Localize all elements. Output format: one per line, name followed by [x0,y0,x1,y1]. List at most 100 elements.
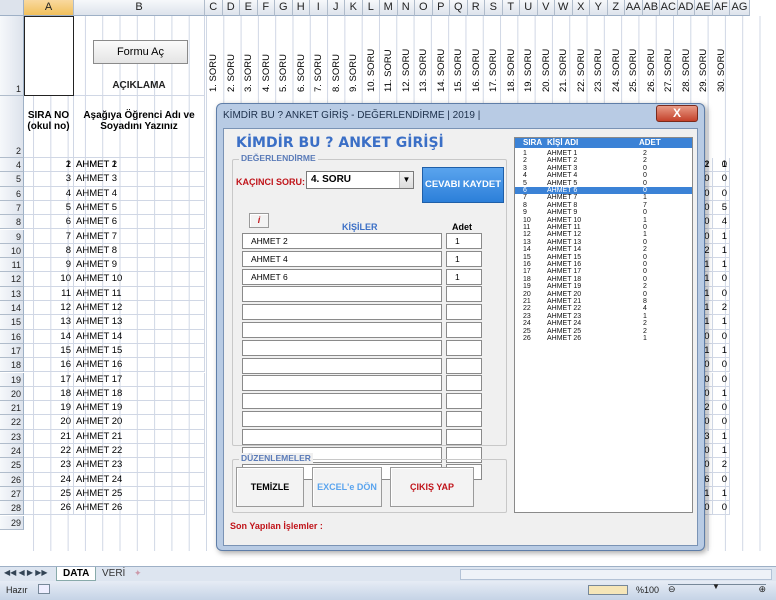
student-no[interactable]: 2 [24,158,74,173]
student-no[interactable]: 18 [24,386,74,402]
cell-a1[interactable] [24,16,74,96]
column-header-h[interactable]: H [292,0,310,16]
score-cell-af[interactable]: 5 [712,200,730,216]
listbox-row[interactable]: 6 AHMET 6 0 [515,187,692,195]
student-no[interactable]: 19 [24,401,74,416]
listbox-row[interactable]: 17 AHMET 17 0 [515,268,692,275]
score-cell-af[interactable]: 0 [712,472,730,487]
score-cell-af[interactable]: 0 [712,501,730,516]
score-cell-af[interactable]: 0 [712,272,730,287]
row-header-27[interactable]: 27 [0,486,24,502]
entry-count-field[interactable] [446,322,482,338]
student-name[interactable]: AHMET 19 [74,401,205,416]
zoom-slider[interactable]: ⊖ ▼ ⊕ [668,582,766,595]
student-name[interactable]: AHMET 20 [74,415,205,430]
close-button[interactable]: X [656,105,698,122]
score-cell-af[interactable]: 1 [712,315,730,330]
listbox-row[interactable]: 26 AHMET 26 1 [515,335,692,342]
score-cell-af[interactable]: 2 [712,301,730,316]
column-header-t[interactable]: T [502,0,520,16]
student-no[interactable]: 11 [24,286,74,301]
student-no[interactable]: 8 [24,243,74,259]
entry-name-field[interactable] [242,375,442,392]
listbox-row[interactable]: 10 AHMET 10 1 [515,217,692,224]
column-header-b[interactable]: B [74,0,205,16]
student-no[interactable]: 14 [24,329,74,344]
listbox-row[interactable]: 23 AHMET 23 1 [515,313,692,320]
row-header-7[interactable]: 7 [0,200,24,216]
row-header-17[interactable]: 17 [0,343,24,359]
entry-count-field[interactable] [446,339,482,356]
student-name[interactable]: AHMET 12 [74,301,205,316]
student-no[interactable]: 9 [24,258,74,273]
exit-button[interactable]: ÇIKIŞ YAP [390,467,474,507]
entry-count-field[interactable]: 1 [446,268,482,285]
entry-name-field[interactable] [242,286,442,303]
column-header-v[interactable]: V [537,0,555,16]
column-header-k[interactable]: K [345,0,363,16]
column-header-ae[interactable]: AE [695,0,713,16]
column-header-ab[interactable]: AB [642,0,660,16]
student-name[interactable]: AHMET 9 [74,258,205,273]
row-header-26[interactable]: 26 [0,472,24,487]
listbox-row[interactable]: 5 AHMET 5 0 [515,180,692,187]
entry-count-field[interactable] [446,286,482,303]
row-header-25[interactable]: 25 [0,458,24,473]
student-name[interactable]: AHMET 17 [74,372,205,387]
view-buttons-icon[interactable] [588,585,628,595]
score-cell-af[interactable]: 0 [712,286,730,301]
save-answer-button[interactable]: CEVABI KAYDET [422,167,504,203]
question-select[interactable]: 4. SORU ▼ [306,171,414,189]
open-form-button[interactable]: Formu Aç [93,40,188,64]
listbox-row[interactable]: 20 AHMET 20 0 [515,291,692,298]
column-header-f[interactable]: F [257,0,275,16]
entry-count-field[interactable]: 1 [446,233,482,249]
column-header-s[interactable]: S [485,0,503,16]
student-no[interactable]: 26 [24,501,74,516]
student-no[interactable]: 7 [24,229,74,244]
column-header-w[interactable]: W [555,0,573,16]
row-header-1[interactable]: 1 [0,16,24,96]
student-no[interactable]: 17 [24,372,74,387]
entry-count-field[interactable] [446,304,482,321]
listbox-row[interactable]: 25 AHMET 25 2 [515,328,692,335]
student-name[interactable]: AHMET 11 [74,286,205,301]
score-cell-af[interactable]: 0 [712,401,730,416]
score-cell-af[interactable]: 1 [712,429,730,444]
student-no[interactable]: 16 [24,358,74,373]
listbox-row[interactable]: 2 AHMET 2 2 [515,157,692,164]
student-no[interactable]: 10 [24,272,74,287]
row-header-2[interactable]: 2 [0,96,24,158]
row-header-20[interactable]: 20 [0,386,24,402]
column-header-l[interactable]: L [362,0,380,16]
student-no[interactable]: 13 [24,315,74,330]
column-header-a[interactable]: A [24,0,74,16]
student-name[interactable]: AHMET 15 [74,343,205,359]
score-cell-af[interactable]: 1 [712,444,730,459]
listbox-row[interactable]: 24 AHMET 24 2 [515,320,692,327]
score-cell-af[interactable]: 0 [712,172,730,187]
entry-name-field[interactable] [242,357,442,374]
row-header-5[interactable]: 5 [0,172,24,187]
student-name[interactable]: AHMET 3 [74,172,205,187]
student-no[interactable]: 4 [24,186,74,201]
student-no[interactable]: 20 [24,415,74,430]
macro-record-icon[interactable] [38,584,50,594]
student-name[interactable]: AHMET 14 [74,329,205,344]
person-listbox[interactable]: SIRA KİŞİ ADI ADET 1 AHMET 1 2 2 AHMET 2 2 3 AH… [514,137,693,513]
score-cell-af[interactable]: 2 [712,458,730,473]
clear-button[interactable]: TEMİZLE [236,467,304,507]
student-no[interactable]: 3 [24,172,74,187]
entry-name-field[interactable] [242,393,442,410]
listbox-row[interactable]: 22 AHMET 22 4 [515,305,692,312]
zoom-plus-icon[interactable]: ⊕ [758,584,766,595]
listbox-row[interactable]: 4 AHMET 4 0 [515,172,692,179]
student-no[interactable]: 15 [24,343,74,359]
listbox-row[interactable]: 19 AHMET 19 2 [515,283,692,290]
row-header-12[interactable]: 12 [0,272,24,287]
column-header-af[interactable]: AF [712,0,730,16]
student-no[interactable]: 23 [24,458,74,473]
entry-name-field[interactable] [242,322,442,338]
score-cell-af[interactable]: 1 [712,343,730,359]
column-header-x[interactable]: X [572,0,590,16]
